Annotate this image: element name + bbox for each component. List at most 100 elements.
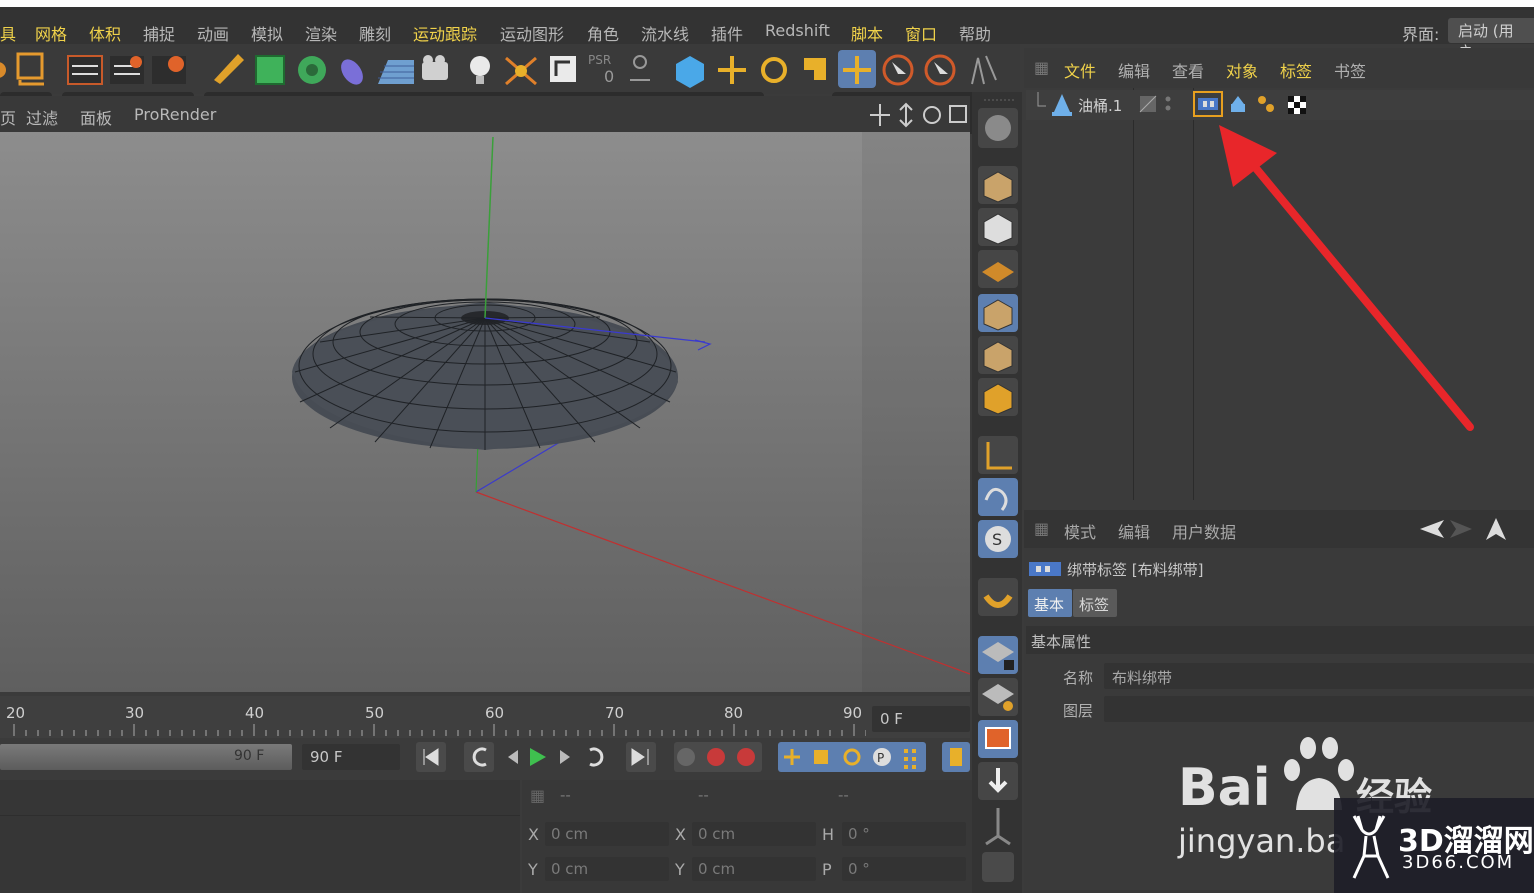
- tab-basic-label: 基本: [1034, 596, 1065, 614]
- mode-palette-icons[interactable]: S: [976, 96, 1022, 893]
- sculpt-icon: [982, 852, 1014, 882]
- menu-item-help[interactable]: 帮助: [959, 21, 991, 45]
- timeline-label-90: 90: [843, 704, 863, 722]
- menu-item-window[interactable]: 窗口: [905, 21, 937, 45]
- menu-item-animate[interactable]: 动画: [197, 21, 229, 45]
- camera-icon: [422, 55, 448, 80]
- viewport-menu-panel[interactable]: 面板: [80, 105, 112, 129]
- viewport-nav-icons[interactable]: [868, 100, 970, 130]
- playback-controls[interactable]: P: [414, 740, 972, 774]
- texture-mode-icon: [978, 208, 1018, 246]
- layer-field[interactable]: [1104, 696, 1534, 722]
- baidu-logo-text: Bai: [1178, 758, 1271, 818]
- render-picture-viewer-icon: [110, 56, 144, 84]
- coord-pos-y-field[interactable]: 0 cm: [545, 857, 669, 881]
- menu-item-render[interactable]: 渲染: [305, 21, 337, 45]
- orbit-icon: [923, 106, 941, 124]
- tab-tag-label: 标签: [1079, 596, 1110, 614]
- forward-arrow-icon: [1450, 520, 1472, 538]
- live-select-icon: [882, 54, 914, 86]
- pen-icon: [214, 54, 244, 84]
- 3d-viewport[interactable]: [0, 132, 970, 692]
- coord-rot-p-field[interactable]: 0 °: [842, 857, 966, 881]
- am-menu-mode[interactable]: 模式: [1064, 519, 1096, 543]
- frame-range-end-label: 90 F: [234, 748, 265, 764]
- om-menu-bookmarks[interactable]: 书签: [1334, 58, 1366, 82]
- coord-rot-h-label: H: [822, 825, 835, 844]
- am-nav-icons[interactable]: [1416, 514, 1534, 544]
- xpresso-icon: [550, 56, 576, 82]
- coord-size-y-field[interactable]: 0 cm: [692, 857, 816, 881]
- move-icon: [718, 56, 746, 84]
- render-settings-icon: [152, 56, 186, 84]
- cloth-tag-icon: [1231, 96, 1245, 112]
- timeline-ticks: [13, 724, 866, 736]
- om-column-divider-2: [1193, 88, 1194, 500]
- menu-item-plugins[interactable]: 插件: [711, 21, 743, 45]
- timeline-label-30: 30: [125, 704, 145, 722]
- layout-select[interactable]: 启动 (用户: [1448, 18, 1534, 61]
- menu-item-script[interactable]: 脚本: [851, 21, 883, 45]
- coord-pos-y-label: Y: [528, 860, 538, 879]
- coord-rot-p-label: P: [822, 860, 832, 879]
- hierarchy-line-icon: [1037, 92, 1046, 107]
- menu-item-motion-tracker[interactable]: 运动跟踪: [413, 21, 477, 45]
- make-editable-icon: [978, 108, 1018, 148]
- grid-snap-icon: [978, 678, 1018, 716]
- next-key-icon: [589, 747, 604, 767]
- menu-item-redshift[interactable]: Redshift: [765, 21, 830, 40]
- joint-icon: [985, 808, 1011, 846]
- am-menu-userdata[interactable]: 用户数据: [1172, 519, 1236, 543]
- menu-item-simulate[interactable]: 模拟: [251, 21, 283, 45]
- om-menu-file[interactable]: 文件: [1064, 58, 1096, 82]
- coord-header-rotation: --: [838, 786, 849, 804]
- coord-rot-h-field[interactable]: 0 °: [842, 822, 966, 846]
- svg-text:0: 0: [604, 67, 614, 86]
- om-menu-edit[interactable]: 编辑: [1118, 58, 1150, 82]
- menu-item-mesh[interactable]: 网格: [35, 21, 67, 45]
- cone-object-icon: [1052, 94, 1072, 116]
- tweak-mode-icon: [978, 478, 1018, 516]
- viewport-menu-page[interactable]: 页: [0, 105, 16, 129]
- coord-pos-x-label: X: [528, 825, 539, 844]
- menu-item-tools[interactable]: 具: [0, 21, 16, 45]
- toolbar-icons: PSR0: [0, 50, 997, 88]
- up-arrow-icon: [1486, 518, 1506, 540]
- psr-icon: PSR0: [588, 53, 614, 86]
- coord-grip-icon[interactable]: ▦: [530, 786, 545, 805]
- end-frame-value: 90 F: [310, 748, 343, 766]
- viewport-menu-prorender[interactable]: ProRender: [134, 105, 216, 124]
- om-menu-objects[interactable]: 对象: [1226, 58, 1258, 82]
- menu-item-snap[interactable]: 捕捉: [143, 21, 175, 45]
- menu-item-mograph[interactable]: 运动图形: [500, 21, 564, 45]
- app-window: 具 网格 体积 捕捉 动画 模拟 渲染 雕刻 运动跟踪 运动图形 角色 流水线 …: [0, 0, 1534, 893]
- viewport-menu-filter[interactable]: 过滤: [26, 105, 58, 129]
- am-drag-grip-icon[interactable]: ▦: [1034, 519, 1049, 538]
- coord-size-x-field[interactable]: 0 cm: [692, 822, 816, 846]
- svg-text:P: P: [877, 751, 884, 765]
- section-header[interactable]: [1026, 626, 1534, 654]
- phong-tag-icon: [1258, 96, 1274, 112]
- menu-item-volume[interactable]: 体积: [89, 21, 121, 45]
- menu-item-character[interactable]: 角色: [587, 21, 619, 45]
- section-title: 基本属性: [1031, 633, 1092, 651]
- om-menu-tags[interactable]: 标签: [1280, 58, 1312, 82]
- coord-size-x-label: X: [675, 825, 686, 844]
- coord-header-position: --: [560, 786, 571, 804]
- goto-start-icon: [416, 742, 446, 772]
- timeline-label-20: 20: [6, 704, 26, 722]
- play-icon: [530, 748, 546, 766]
- floor-icon: [378, 60, 414, 84]
- world-axis-lines: [475, 441, 970, 675]
- om-menu-view[interactable]: 查看: [1172, 58, 1204, 82]
- menu-item-pipeline[interactable]: 流水线: [641, 21, 689, 45]
- am-menu-edit[interactable]: 编辑: [1118, 519, 1150, 543]
- timeline-window-icon: [942, 742, 970, 772]
- menu-item-sculpt[interactable]: 雕刻: [359, 21, 391, 45]
- workplane-mode-icon: [978, 250, 1018, 288]
- drag-grip-icon[interactable]: ▦: [1034, 58, 1049, 77]
- object-name[interactable]: 油桶.1: [1078, 95, 1122, 116]
- axis-lock-icon: [630, 55, 650, 81]
- axis-modify-icon: [971, 55, 997, 85]
- coord-pos-x-field[interactable]: 0 cm: [545, 822, 669, 846]
